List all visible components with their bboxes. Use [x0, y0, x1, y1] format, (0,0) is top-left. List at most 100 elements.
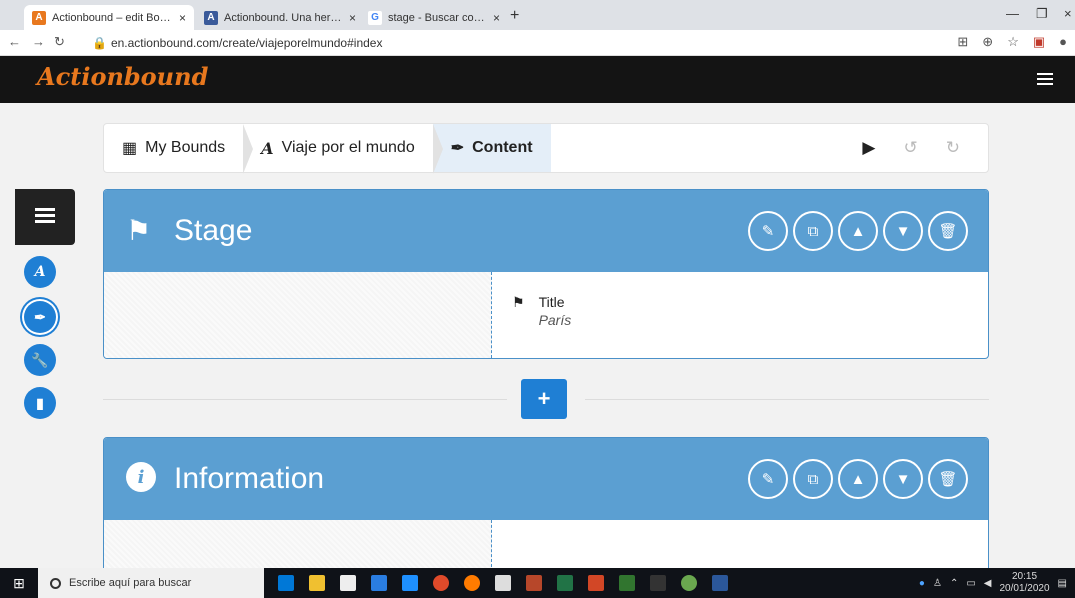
browser-tab-actionbound-info[interactable]: A Actionbound. Una herramienta m ×: [196, 5, 364, 30]
wrench-icon: 🔧: [31, 351, 49, 368]
volume-icon[interactable]: ◀: [984, 578, 992, 589]
profile-icon[interactable]: ●: [1059, 34, 1067, 50]
word-icon[interactable]: [712, 575, 728, 591]
feather-icon: ✒: [34, 308, 46, 325]
divider: [103, 399, 507, 400]
search-app-icon[interactable]: [681, 575, 697, 591]
card-actions: ✎ ⧉ ▲ ▼ 🗑: [748, 459, 968, 499]
bound-settings-button[interactable]: A: [24, 256, 56, 288]
minimize-icon[interactable]: —: [1006, 6, 1019, 21]
people-icon[interactable]: ♙: [933, 578, 942, 589]
store-icon[interactable]: [340, 575, 356, 591]
os-taskbar: ⊞ Escribe aquí para buscar ● ♙ ⌃ ▭ ◀ 20:…: [0, 568, 1075, 598]
play-icon[interactable]: ▶: [862, 138, 875, 158]
notifications-icon[interactable]: ▤: [1058, 578, 1067, 589]
close-tab-icon[interactable]: ×: [179, 11, 186, 25]
actionbound-favicon-icon: A: [32, 10, 46, 25]
restore-icon[interactable]: ❐: [1036, 6, 1048, 22]
close-tab-icon[interactable]: ×: [493, 11, 500, 25]
edit-button[interactable]: ✎: [748, 459, 788, 499]
dropbox-icon[interactable]: [371, 575, 387, 591]
breadcrumb-actions: ▶ ↺ ↻: [862, 124, 988, 172]
side-menu-button[interactable]: [15, 189, 75, 245]
back-icon[interactable]: ←: [8, 34, 21, 49]
duplicate-button[interactable]: ⧉: [793, 459, 833, 499]
chrome-icon[interactable]: [433, 575, 449, 591]
breadcrumb-bound[interactable]: A Viaje por el mundo: [243, 124, 443, 174]
url-text: en.actionbound.com/create/viajeporelmund…: [110, 36, 383, 50]
field-label: Title: [538, 294, 565, 310]
main-menu-icon[interactable]: [1037, 73, 1053, 88]
excel-icon[interactable]: [557, 575, 573, 591]
add-element-row: +: [103, 379, 989, 419]
tab-title: Actionbound – edit Bound | Crea: [52, 11, 173, 24]
content-button[interactable]: ✒: [24, 301, 56, 333]
close-tab-icon[interactable]: ×: [349, 11, 356, 25]
url-field[interactable]: 🔒 en.actionbound.com/create/viajeporelmun…: [92, 36, 382, 50]
app-logo[interactable]: Actionbound: [37, 62, 208, 91]
flag-icon: ⚑: [512, 294, 525, 310]
browser-tab-google[interactable]: G stage - Buscar con Google ×: [360, 5, 508, 30]
edit-button[interactable]: ✎: [748, 211, 788, 251]
information-card-body: [104, 520, 988, 568]
move-down-button[interactable]: ▼: [883, 211, 923, 251]
pencil-icon: ✎: [761, 223, 775, 240]
zoom-icon[interactable]: ⊕: [982, 34, 993, 50]
stage-card-header[interactable]: ⚑ Stage ✎ ⧉ ▲ ▼ 🗑: [104, 190, 988, 272]
information-card-header[interactable]: i Information ✎ ⧉ ▲ ▼ 🗑: [104, 438, 988, 520]
stage-title-field[interactable]: ⚑ Title París: [492, 272, 571, 358]
breadcrumb-my-bounds[interactable]: ▦ My Bounds: [104, 124, 254, 174]
pencil-icon: ✎: [761, 471, 775, 488]
translate-icon[interactable]: ⊞: [957, 34, 968, 50]
google-favicon-icon: G: [368, 10, 382, 25]
browser-tab-actionbound-edit[interactable]: A Actionbound – edit Bound | Crea ×: [24, 5, 194, 30]
taskbar-clock[interactable]: 20:15 20/01/2020: [999, 571, 1049, 595]
card-actions: ✎ ⧉ ▲ ▼ 🗑: [748, 211, 968, 251]
new-tab-button[interactable]: +: [510, 7, 519, 25]
move-up-button[interactable]: ▲: [838, 211, 878, 251]
reload-icon[interactable]: ↻: [54, 34, 65, 50]
delete-button[interactable]: 🗑: [928, 459, 968, 499]
tab-title: stage - Buscar con Google: [388, 11, 487, 24]
app-icon[interactable]: [650, 575, 666, 591]
field-value: París: [538, 312, 572, 328]
pdf-extension-icon[interactable]: ▣: [1033, 34, 1045, 50]
undo-icon[interactable]: ↺: [904, 138, 918, 158]
firefox-icon[interactable]: [464, 575, 480, 591]
information-card: i Information ✎ ⧉ ▲ ▼ 🗑: [103, 437, 989, 568]
chevron-up-icon[interactable]: ⌃: [950, 578, 958, 589]
add-element-button[interactable]: +: [521, 379, 567, 419]
mail-icon[interactable]: [495, 575, 511, 591]
move-up-button[interactable]: ▲: [838, 459, 878, 499]
forward-icon[interactable]: →: [32, 34, 45, 49]
card-title: Stage: [174, 214, 253, 247]
settings-button[interactable]: 🔧: [24, 344, 56, 376]
breadcrumb-content[interactable]: ✒ Content: [432, 124, 551, 172]
chevron-up-icon: ▲: [850, 222, 866, 240]
star-icon[interactable]: ☆: [1007, 34, 1019, 50]
trash-icon: 🗑: [938, 223, 958, 240]
visual-studio-icon[interactable]: [402, 575, 418, 591]
file-explorer-icon[interactable]: [309, 575, 325, 591]
redo-icon[interactable]: ↻: [946, 138, 960, 158]
browser-toolbar-icons: ⊞ ⊕ ☆ ▣ ●: [957, 34, 1067, 50]
windows-start-icon[interactable]: ⊞: [0, 575, 38, 592]
card-title: Information: [174, 462, 325, 495]
duplicate-button[interactable]: ⧉: [793, 211, 833, 251]
taskbar-search[interactable]: Escribe aquí para buscar: [38, 568, 264, 598]
taskbar-apps: [278, 575, 728, 591]
statistics-button[interactable]: ▮: [24, 387, 56, 419]
network-icon[interactable]: ▭: [966, 578, 975, 589]
delete-button[interactable]: 🗑: [928, 211, 968, 251]
close-window-icon[interactable]: ×: [1064, 6, 1072, 21]
divider: [585, 399, 989, 400]
powerpoint-icon[interactable]: [588, 575, 604, 591]
move-down-button[interactable]: ▼: [883, 459, 923, 499]
edge-icon[interactable]: [278, 575, 294, 591]
clock-date: 20/01/2020: [999, 583, 1050, 594]
breadcrumb-label: My Bounds: [145, 139, 226, 156]
breadcrumb-label: Viaje por el mundo: [281, 139, 415, 156]
access-icon[interactable]: [526, 575, 542, 591]
help-icon[interactable]: ●: [919, 578, 925, 589]
publisher-icon[interactable]: [619, 575, 635, 591]
